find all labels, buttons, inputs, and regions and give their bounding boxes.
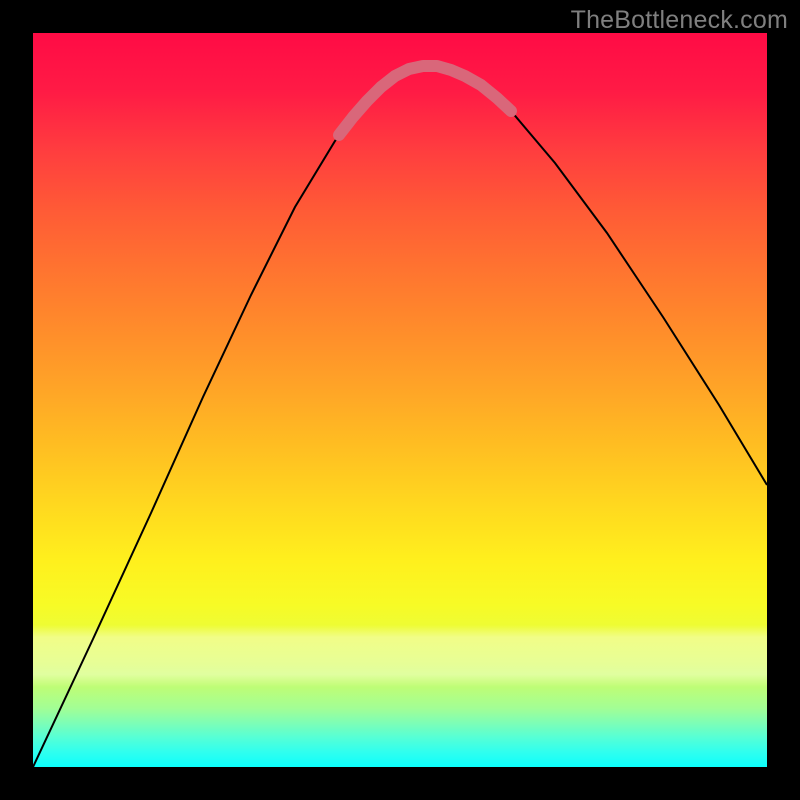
plot-area <box>33 33 767 767</box>
series-bottleneck-curve <box>33 66 767 767</box>
chart-frame: TheBottleneck.com <box>0 0 800 800</box>
curve-layer <box>33 33 767 767</box>
series-bottleneck-highlight <box>339 66 511 135</box>
watermark-text: TheBottleneck.com <box>571 6 788 35</box>
